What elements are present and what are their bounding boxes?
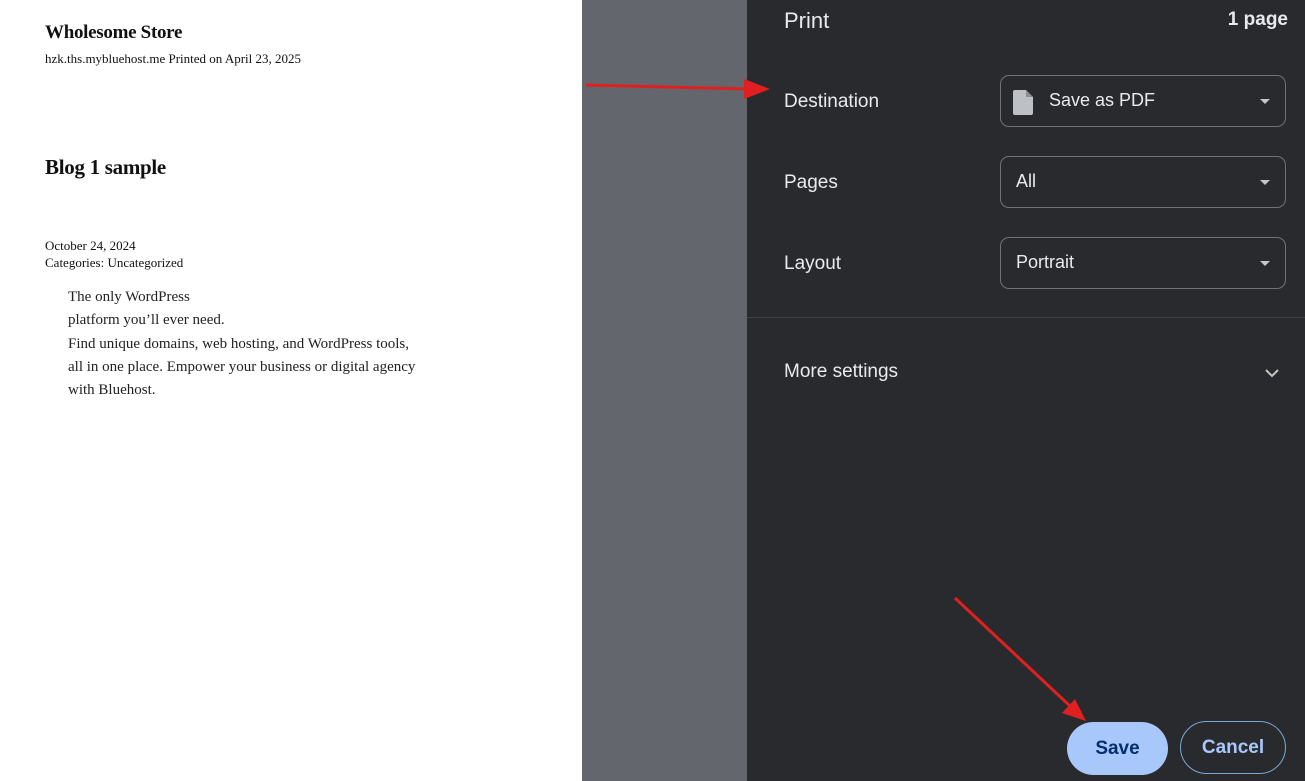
more-settings-toggle[interactable]: More settings	[784, 361, 898, 383]
document-icon	[1013, 90, 1033, 120]
destination-value: Save as PDF	[1049, 90, 1156, 110]
preview-gutter	[582, 0, 747, 781]
save-button[interactable]: Save	[1067, 722, 1168, 775]
dropdown-arrow-icon	[1260, 261, 1270, 266]
body-line: all in one place. Empower your business …	[68, 358, 416, 375]
destination-label: Destination	[784, 91, 880, 112]
body-line: platform you’ll ever need.	[68, 312, 225, 329]
body-line: with Bluehost.	[68, 382, 156, 399]
print-preview-page: Wholesome Store hzk.ths.mybluehost.me Pr…	[0, 0, 582, 781]
layout-select[interactable]: Portrait	[1000, 237, 1286, 289]
site-title: Wholesome Store	[45, 22, 183, 43]
cancel-button[interactable]: Cancel	[1180, 721, 1286, 774]
dialog-title: Print	[784, 8, 830, 33]
pages-select[interactable]: All	[1000, 156, 1286, 208]
chevron-down-icon[interactable]	[1264, 365, 1280, 386]
layout-value: Portrait	[1016, 252, 1075, 272]
body-line: The only WordPress	[68, 289, 190, 305]
dropdown-arrow-icon	[1260, 180, 1270, 185]
site-meta: hzk.ths.mybluehost.me Printed on April 2…	[45, 51, 302, 66]
pages-label: Pages	[784, 172, 838, 193]
body-line: Find unique domains, web hosting, and Wo…	[68, 335, 410, 352]
pages-value: All	[1016, 171, 1037, 191]
post-title: Blog 1 sample	[45, 155, 166, 179]
destination-select[interactable]: Save as PDF	[1000, 75, 1286, 127]
dropdown-arrow-icon	[1260, 99, 1270, 104]
divider	[747, 317, 1305, 318]
post-body: The only WordPress platform you’ll ever …	[68, 286, 438, 402]
print-dialog: Print 1 page Destination Save as PDF Pag…	[747, 0, 1305, 781]
post-categories: Categories: Uncategorized	[45, 255, 184, 270]
post-date: October 24, 2024	[45, 238, 136, 253]
layout-label: Layout	[784, 253, 842, 274]
page-count: 1 page	[1227, 9, 1288, 30]
